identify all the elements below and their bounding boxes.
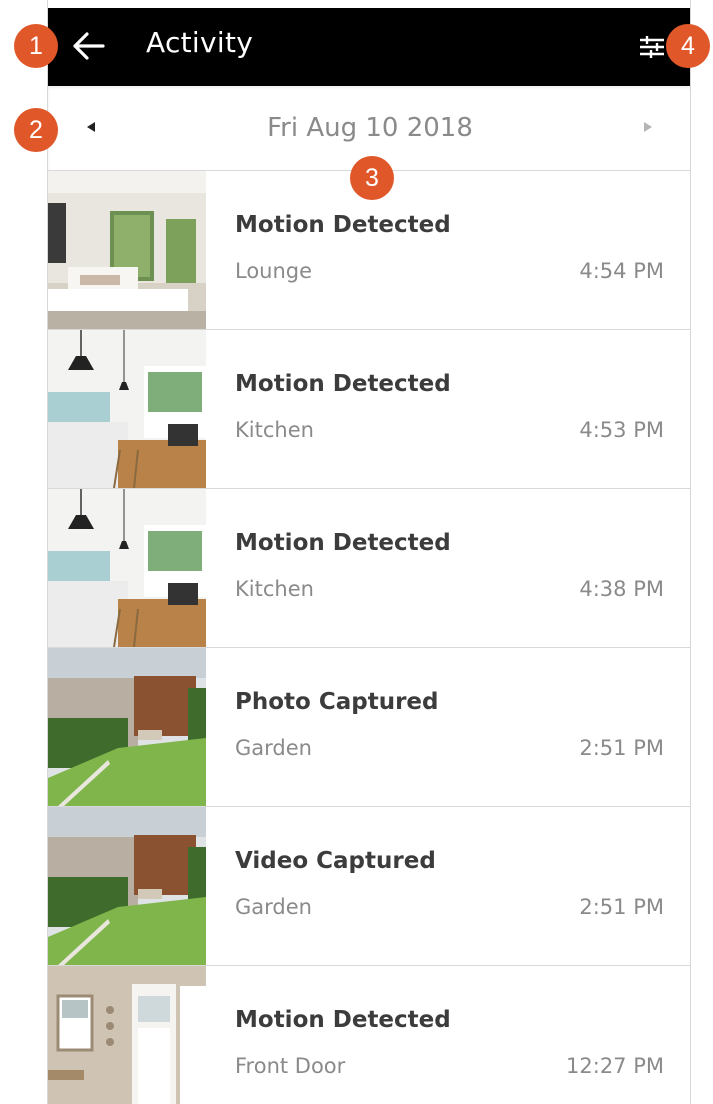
event-location: Front Door [235, 1054, 346, 1078]
sliders-icon [640, 36, 664, 58]
event-time: 12:27 PM [566, 1054, 664, 1078]
back-button[interactable] [70, 28, 106, 64]
event-location: Lounge [235, 259, 313, 283]
arrow-left-icon [73, 32, 105, 60]
event-title: Motion Detected [235, 1007, 451, 1033]
activity-row[interactable]: Motion Detected Front Door 12:27 PM [48, 966, 690, 1104]
activity-row[interactable]: Video Captured Garden 2:51 PM [48, 807, 690, 966]
activity-list: Motion Detected Lounge 4:54 PM Motion De… [48, 171, 690, 1104]
event-location: Kitchen [235, 418, 314, 442]
page-title: Activity [146, 26, 254, 59]
event-time: 4:38 PM [579, 577, 664, 601]
status-strip [48, 0, 690, 8]
event-title: Motion Detected [235, 212, 451, 238]
activity-row[interactable]: Motion Detected Kitchen 4:53 PM [48, 330, 690, 489]
callout-badge-3: 3 [350, 156, 394, 200]
kitchen-thumbnail[interactable] [48, 330, 206, 488]
event-title: Motion Detected [235, 530, 451, 556]
lounge-thumbnail[interactable] [48, 171, 206, 329]
event-location: Kitchen [235, 577, 314, 601]
filter-button[interactable] [638, 32, 668, 62]
event-title: Photo Captured [235, 689, 439, 715]
next-day-button[interactable] [641, 119, 655, 139]
app-header: Activity [48, 8, 690, 86]
event-title: Video Captured [235, 848, 436, 874]
callout-badge-4: 4 [666, 24, 710, 68]
event-title: Motion Detected [235, 371, 451, 397]
event-time: 4:53 PM [579, 418, 664, 442]
event-time: 2:51 PM [579, 895, 664, 919]
event-location: Garden [235, 895, 312, 919]
activity-row[interactable]: Motion Detected Kitchen 4:38 PM [48, 489, 690, 648]
front-door-thumbnail[interactable] [48, 966, 206, 1104]
event-time: 4:54 PM [579, 259, 664, 283]
event-time: 2:51 PM [579, 736, 664, 760]
activity-row[interactable]: Photo Captured Garden 2:51 PM [48, 648, 690, 807]
kitchen-thumbnail[interactable] [48, 489, 206, 647]
garden-thumbnail[interactable] [48, 807, 206, 965]
triangle-right-icon [644, 122, 652, 132]
garden-thumbnail[interactable] [48, 648, 206, 806]
event-location: Garden [235, 736, 312, 760]
callout-badge-2: 2 [14, 108, 58, 152]
current-date: Fri Aug 10 2018 [267, 113, 473, 143]
callout-badge-1: 1 [14, 24, 58, 68]
